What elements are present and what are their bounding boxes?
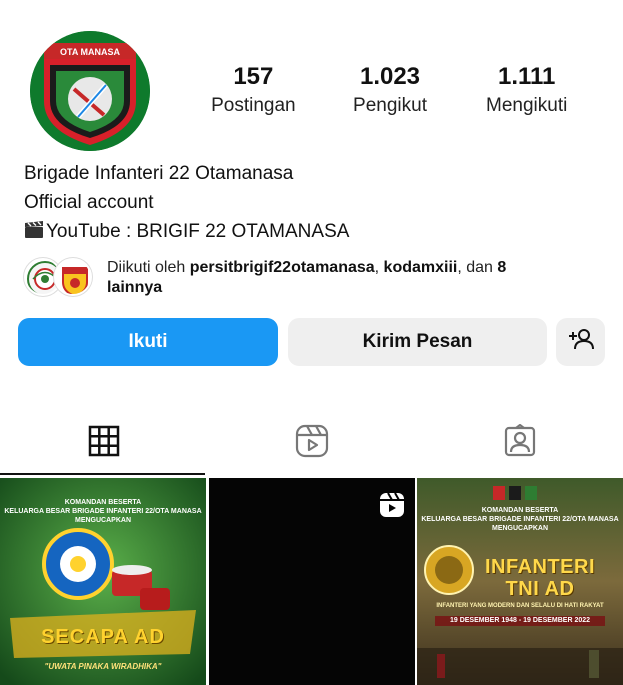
post-3-heading: KOMANDAN BESERTA KELUARGA BESAR BRIGADE … (421, 507, 619, 532)
message-button[interactable]: Kirim Pesan (288, 318, 547, 366)
post-3-dates: 19 DESEMBER 1948 - 19 DESEMBER 2022 (435, 616, 605, 626)
stat-followers[interactable]: 1.023 Pengikut (322, 62, 459, 118)
clapperboard-icon (24, 219, 44, 248)
stat-following-label: Mengikuti (486, 95, 568, 116)
followed-by[interactable]: Diikuti oleh persitbrigif22otamanasa, ko… (24, 256, 604, 300)
post-thumbnail-3[interactable]: KOMANDAN BESERTA KELUARGA BESAR BRIGADE … (417, 478, 623, 685)
post-thumbnail-2[interactable] (209, 478, 415, 685)
stat-posts-label: Postingan (211, 95, 296, 116)
profile-bio-link[interactable]: YouTube : BRIGIF 22 OTAMANASA (24, 217, 604, 248)
post-thumbnail-1[interactable]: KOMANDAN BESERTA KELUARGA BESAR BRIGADE … (0, 478, 206, 685)
profile-category: Official account (24, 192, 154, 213)
profile-name: Brigade Infanteri 22 Otamanasa (24, 163, 294, 184)
followed-by-count: 8 (497, 259, 507, 276)
svg-text:OTA MANASA: OTA MANASA (60, 47, 120, 57)
follow-button[interactable]: Ikuti (18, 318, 278, 366)
post-1-motto: "UWATA PINAKA WIRADHIKA" (44, 662, 162, 671)
tagged-icon (503, 423, 537, 463)
person-add-icon (568, 328, 594, 356)
post-3-subtitle: INFANTERI YANG MODERN DAN SELALU DI HATI… (436, 603, 604, 609)
stat-followers-label: Pengikut (353, 95, 427, 116)
post-1-title: SECAPA AD (41, 626, 165, 648)
active-tab-indicator (0, 473, 205, 475)
profile-actions: Ikuti Kirim Pesan (18, 318, 605, 366)
stat-posts-count: 157 (233, 63, 274, 90)
post-3-title: INFANTERI TNI AD (484, 556, 596, 600)
followed-by-text: Diikuti oleh persitbrigif22otamanasa, ko… (107, 258, 587, 298)
followed-by-separator: , (374, 259, 384, 276)
stat-posts[interactable]: 157 Postingan (185, 62, 322, 118)
tab-tagged[interactable] (416, 410, 623, 476)
brigade-emblem: OTA MANASA (30, 31, 150, 151)
reels-badge-icon (379, 492, 405, 518)
stat-following[interactable]: 1.111 Mengikuti (458, 62, 595, 118)
posts-grid: KOMANDAN BESERTA KELUARGA BESAR BRIGADE … (0, 478, 623, 685)
profile-bio: Brigade Infanteri 22 Otamanasa Official … (24, 159, 604, 248)
stat-followers-count: 1.023 (359, 63, 421, 90)
grid-icon (88, 425, 120, 462)
post-1-heading: KOMANDAN BESERTA KELUARGA BESAR BRIGADE … (4, 499, 202, 524)
reels-icon (295, 424, 329, 463)
bio-link-text: YouTube : BRIGIF 22 OTAMANASA (46, 221, 350, 242)
followed-by-middle: , dan (457, 259, 498, 276)
followed-by-prefix: Diikuti oleh (107, 259, 190, 276)
add-friend-button[interactable] (556, 318, 605, 366)
tab-reels[interactable] (208, 410, 415, 476)
tab-posts-grid[interactable] (0, 410, 207, 476)
stat-following-count: 1.111 (497, 63, 556, 90)
followed-by-suffix: lainnya (107, 279, 163, 296)
profile-avatar[interactable]: OTA MANASA (30, 31, 150, 151)
profile-tabs (0, 410, 623, 476)
profile-stats: 157 Postingan 1.023 Pengikut 1.111 Mengi… (185, 62, 595, 118)
follower-avatar-2 (54, 258, 92, 296)
followed-by-user-2[interactable]: kodamxiii (384, 259, 458, 276)
followed-by-user-1[interactable]: persitbrigif22otamanasa (190, 259, 375, 276)
